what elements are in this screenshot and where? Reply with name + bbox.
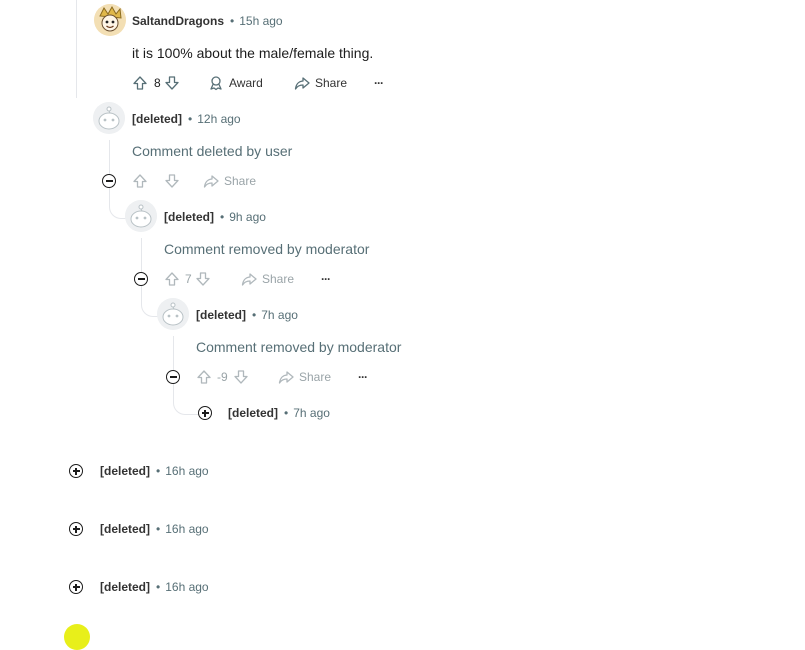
upvote-icon[interactable]	[196, 369, 212, 385]
expand-thread-button[interactable]	[69, 522, 83, 536]
comment-time[interactable]: 9h ago	[229, 210, 266, 224]
comment-author: [deleted]	[164, 210, 215, 224]
collapsed-comment-meta[interactable]: [deleted] • 16h ago	[100, 522, 209, 536]
thread-line	[109, 140, 110, 174]
plus-icon-stem	[204, 409, 206, 417]
upvote-icon[interactable]	[132, 75, 148, 91]
share-button[interactable]: Share	[294, 75, 347, 91]
share-label: Share	[299, 370, 332, 384]
comment-meta: SaltandDragons • 15h ago	[132, 14, 283, 28]
expand-thread-button[interactable]	[69, 580, 83, 594]
comment-time[interactable]: 7h ago	[293, 406, 330, 420]
share-button[interactable]: Share	[241, 271, 294, 287]
share-icon	[203, 173, 219, 189]
downvote-icon[interactable]	[164, 173, 180, 189]
award-label: Award	[229, 76, 263, 90]
collapse-thread-button[interactable]	[134, 272, 148, 286]
comment-author: [deleted]	[100, 464, 151, 478]
vote-group	[132, 173, 180, 189]
comment-time[interactable]: 16h ago	[165, 464, 208, 478]
expand-thread-button[interactable]	[198, 406, 212, 420]
downvote-icon[interactable]	[164, 75, 180, 91]
minus-icon	[105, 180, 113, 182]
more-options-icon[interactable]: ···	[321, 272, 331, 286]
upvote-icon[interactable]	[164, 271, 180, 287]
collapsed-comment-meta[interactable]: [deleted] • 16h ago	[100, 580, 209, 594]
plus-icon-stem	[75, 583, 77, 591]
share-icon	[241, 271, 257, 287]
comment-time[interactable]: 12h ago	[197, 112, 240, 126]
comment-time[interactable]: 15h ago	[239, 14, 282, 28]
comment-meta: [deleted] • 9h ago	[164, 210, 266, 224]
comment-body: Comment removed by moderator	[196, 339, 402, 355]
avatar[interactable]	[94, 4, 126, 36]
avatar	[157, 298, 189, 330]
share-button[interactable]: Share	[278, 369, 331, 385]
meta-separator: •	[284, 406, 289, 420]
expand-thread-button[interactable]	[69, 464, 83, 478]
more-options-icon[interactable]: ···	[374, 76, 384, 90]
avatar	[125, 200, 157, 232]
collapsed-comment-meta[interactable]: [deleted] • 7h ago	[228, 406, 330, 420]
comment-time[interactable]: 7h ago	[261, 308, 298, 322]
meta-separator: •	[220, 210, 225, 224]
share-label: Share	[315, 76, 348, 90]
share-button[interactable]: Share	[203, 173, 256, 189]
thread-line	[173, 336, 174, 370]
vote-group: -9	[196, 369, 249, 385]
collapse-thread-button[interactable]	[166, 370, 180, 384]
vote-group: 8	[132, 75, 180, 91]
comment-time[interactable]: 16h ago	[165, 522, 208, 536]
meta-separator: •	[252, 308, 257, 322]
share-label: Share	[224, 174, 257, 188]
meta-separator: •	[156, 580, 161, 594]
comment-author: [deleted]	[196, 308, 247, 322]
thread-curve	[173, 384, 198, 415]
vote-group: 7	[164, 271, 211, 287]
comment-body: Comment removed by moderator	[164, 241, 370, 257]
award-icon	[208, 75, 224, 91]
downvote-icon[interactable]	[195, 271, 211, 287]
thread-line	[141, 238, 142, 272]
meta-separator: •	[156, 522, 161, 536]
upvote-icon[interactable]	[132, 173, 148, 189]
comment-meta: [deleted] • 7h ago	[196, 308, 298, 322]
vote-score: 8	[154, 76, 161, 90]
meta-separator: •	[156, 464, 161, 478]
comment-author[interactable]: SaltandDragons	[132, 14, 224, 28]
comment-body: it is 100% about the male/female thing.	[132, 45, 374, 61]
thread-curve	[76, 96, 92, 118]
thread-line	[76, 0, 77, 98]
comment-author: [deleted]	[100, 580, 151, 594]
comment-author: [deleted]	[100, 522, 151, 536]
plus-icon-stem	[75, 467, 77, 475]
comment-body: Comment deleted by user	[132, 143, 293, 159]
comment-meta: [deleted] • 12h ago	[132, 112, 241, 126]
share-icon	[294, 75, 310, 91]
meta-separator: •	[188, 112, 193, 126]
comment-author: [deleted]	[228, 406, 279, 420]
plus-icon-stem	[75, 525, 77, 533]
meta-separator: •	[230, 14, 235, 28]
comment-author: [deleted]	[132, 112, 183, 126]
downvote-icon[interactable]	[233, 369, 249, 385]
comment-time[interactable]: 16h ago	[165, 580, 208, 594]
vote-score: -9	[217, 370, 228, 384]
avatar	[93, 102, 125, 134]
share-icon	[278, 369, 294, 385]
avatar[interactable]	[64, 624, 90, 650]
vote-score: 7	[185, 272, 192, 286]
collapsed-comment-meta[interactable]: [deleted] • 16h ago	[100, 464, 209, 478]
minus-icon	[137, 278, 145, 280]
minus-icon	[169, 376, 177, 378]
collapse-thread-button[interactable]	[102, 174, 116, 188]
award-button[interactable]: Award	[208, 75, 263, 91]
more-options-icon[interactable]: ···	[358, 370, 368, 384]
share-label: Share	[262, 272, 295, 286]
